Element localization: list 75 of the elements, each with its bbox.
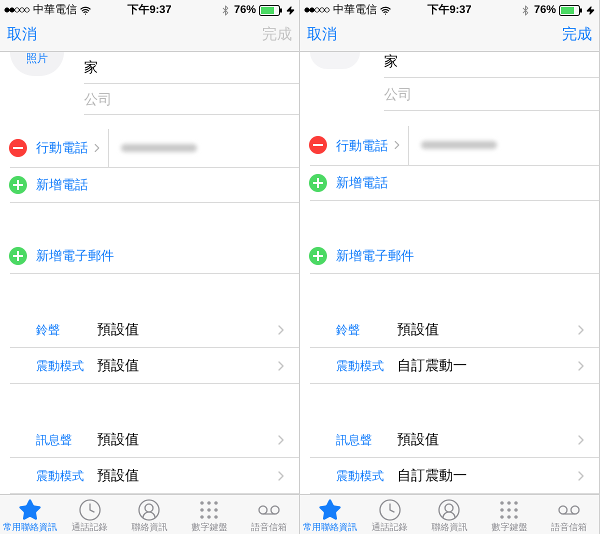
signal-icon — [4, 7, 30, 13]
tab[interactable]: 常用聯絡資訊 — [300, 495, 360, 534]
add-icon — [308, 172, 328, 193]
bluetooth-icon — [220, 4, 231, 16]
charging-icon — [286, 6, 295, 14]
name-field[interactable]: 家 — [84, 56, 98, 78]
signal-icon — [304, 7, 330, 13]
tab[interactable]: 語音信箱 — [239, 495, 299, 534]
bluetooth-icon — [520, 4, 531, 16]
setting-value: 預設值 — [97, 466, 139, 485]
tab[interactable]: 數字鍵盤 — [179, 495, 240, 534]
setting-label: 鈴聲 — [336, 322, 360, 336]
add-icon — [8, 246, 28, 266]
person-icon — [437, 498, 462, 522]
setting-value: 預設值 — [397, 430, 439, 449]
add-phone-button[interactable]: 新增電話 — [308, 172, 388, 193]
setting-label: 震動模式 — [336, 358, 384, 372]
carrier-name: 中華電信 — [33, 2, 77, 18]
setting-row[interactable]: 訊息聲 預設值 — [10, 422, 299, 458]
setting-row[interactable]: 訊息聲 預設值 — [310, 422, 599, 458]
status-time: 下午9:37 — [127, 2, 172, 18]
setting-label: 震動模式 — [336, 468, 384, 482]
done-button[interactable]: 完成 — [562, 24, 592, 47]
add-icon — [8, 174, 28, 195]
setting-value: 預設值 — [97, 320, 139, 339]
phone-label[interactable]: 行動電話 — [36, 138, 88, 158]
cancel-button[interactable]: 取消 — [307, 24, 337, 47]
setting-value: 預設值 — [97, 430, 139, 449]
tab[interactable]: 語音信箱 — [539, 495, 599, 534]
avatar[interactable]: 照片 — [10, 52, 64, 76]
setting-label: 鈴聲 — [36, 322, 60, 336]
setting-value: 自訂震動一 — [397, 356, 467, 375]
phone-label[interactable]: 行動電話 — [336, 136, 388, 156]
setting-row[interactable]: 震動模式 預設值 — [10, 348, 299, 384]
star-icon — [18, 498, 42, 522]
name-field[interactable]: 公司 — [84, 88, 112, 110]
tab[interactable]: 通話記錄 — [60, 495, 120, 534]
tab[interactable]: 聯絡資訊 — [120, 495, 180, 534]
setting-row[interactable]: 鈴聲 預設值 — [310, 312, 599, 348]
battery-icon — [559, 4, 583, 16]
remove-icon[interactable] — [8, 138, 28, 158]
add-email-button[interactable]: 新增電子郵件 — [308, 246, 414, 266]
name-field[interactable]: 家 — [384, 50, 398, 72]
tab[interactable]: 通話記錄 — [360, 495, 420, 534]
tab[interactable]: 聯絡資訊 — [420, 495, 480, 534]
tab[interactable]: 數字鍵盤 — [479, 495, 540, 534]
battery-percent: 76% — [534, 2, 556, 18]
wifi-icon — [80, 4, 91, 16]
setting-label: 震動模式 — [36, 468, 84, 482]
setting-label: 震動模式 — [36, 358, 84, 372]
setting-label: 訊息聲 — [36, 432, 72, 446]
clock-icon — [78, 498, 102, 522]
add-phone-button[interactable]: 新增電話 — [8, 174, 88, 195]
person-icon — [137, 498, 162, 522]
setting-row[interactable]: 鈴聲 預設值 — [10, 312, 299, 348]
setting-row[interactable]: 震動模式 自訂震動一 — [310, 348, 599, 384]
add-icon — [308, 246, 328, 266]
star-icon — [318, 498, 342, 522]
wifi-icon — [380, 4, 391, 16]
setting-value: 預設值 — [97, 356, 139, 375]
setting-label: 訊息聲 — [336, 432, 372, 446]
tab[interactable]: 常用聯絡資訊 — [0, 495, 60, 534]
name-field[interactable]: 公司 — [384, 84, 412, 105]
setting-value: 預設值 — [397, 320, 439, 339]
avatar-label: 照片 — [26, 54, 48, 65]
add-email-button[interactable]: 新增電子郵件 — [8, 246, 114, 266]
status-time: 下午9:37 — [427, 2, 472, 18]
charging-icon — [586, 6, 595, 14]
clock-icon — [378, 498, 402, 522]
carrier-name: 中華電信 — [333, 2, 377, 18]
remove-icon[interactable] — [308, 135, 328, 156]
battery-percent: 76% — [234, 2, 256, 18]
battery-icon — [259, 4, 283, 16]
setting-value: 自訂震動一 — [397, 466, 467, 485]
cancel-button[interactable]: 取消 — [7, 24, 37, 47]
